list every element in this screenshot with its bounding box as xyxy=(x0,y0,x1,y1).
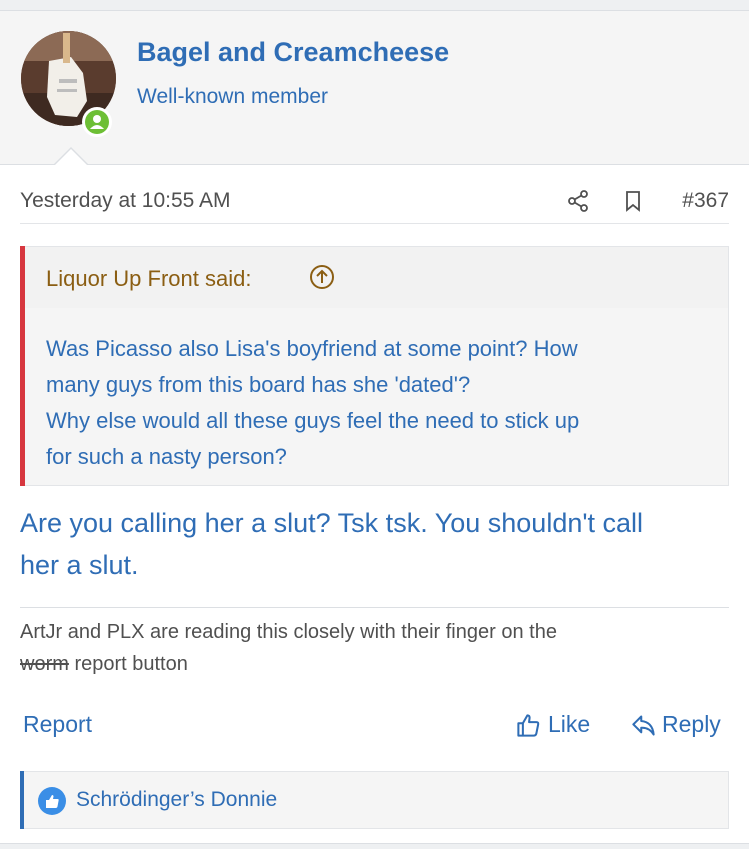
signature-line: worm report button xyxy=(20,648,729,680)
arrow-up-circle-icon[interactable] xyxy=(309,264,335,290)
post-card: Bagel and Creamcheese Well-known member … xyxy=(0,10,749,844)
like-label: Like xyxy=(548,711,591,737)
share-icon[interactable] xyxy=(566,189,590,213)
reactions-bar: Schrödinger’s Donnie xyxy=(20,771,729,829)
bookmark-icon[interactable] xyxy=(621,189,645,213)
signature-divider xyxy=(20,607,729,608)
quote-block: Liquor Up Front said: Was Picasso also L… xyxy=(20,246,729,486)
post-number[interactable]: #367 xyxy=(682,189,729,213)
signature: ArtJr and PLX are reading this closely w… xyxy=(20,616,729,680)
reaction-users[interactable]: Schrödinger’s Donnie xyxy=(76,788,277,812)
quote-header: Liquor Up Front said: xyxy=(25,247,728,308)
user-title: Well-known member xyxy=(137,85,328,108)
quote-line: for such a nasty person? xyxy=(46,444,287,469)
post-message: Are you calling her a slut? Tsk tsk. You… xyxy=(20,502,735,586)
like-reaction-icon xyxy=(38,787,66,815)
reply-arrow-icon xyxy=(630,712,657,739)
user-header: Bagel and Creamcheese Well-known member xyxy=(0,11,749,165)
quote-text: Was Picasso also Lisa's boyfriend at som… xyxy=(46,331,726,475)
report-link[interactable]: Report xyxy=(23,711,92,738)
quote-line: Why else would all these guys feel the n… xyxy=(46,408,580,433)
user-online-icon xyxy=(82,107,112,137)
quote-line: Was Picasso also Lisa's boyfriend at som… xyxy=(46,336,578,361)
post-timestamp[interactable]: Yesterday at 10:55 AM xyxy=(20,189,231,213)
signature-rest: report button xyxy=(68,653,188,675)
post-meta: Yesterday at 10:55 AM #367 xyxy=(20,181,729,224)
message-line: Are you calling her a slut? Tsk tsk. You… xyxy=(20,508,644,538)
quote-line: many guys from this board has she 'dated… xyxy=(46,372,471,397)
username[interactable]: Bagel and Creamcheese xyxy=(137,37,449,68)
message-line: her a slut. xyxy=(20,550,139,580)
thumbs-up-icon xyxy=(515,712,542,739)
struck-word: worm xyxy=(20,653,69,675)
reactions-accent xyxy=(20,771,24,829)
reply-label: Reply xyxy=(662,711,721,737)
quote-author[interactable]: Liquor Up Front said: xyxy=(46,266,251,292)
signature-line: ArtJr and PLX are reading this closely w… xyxy=(20,621,557,643)
